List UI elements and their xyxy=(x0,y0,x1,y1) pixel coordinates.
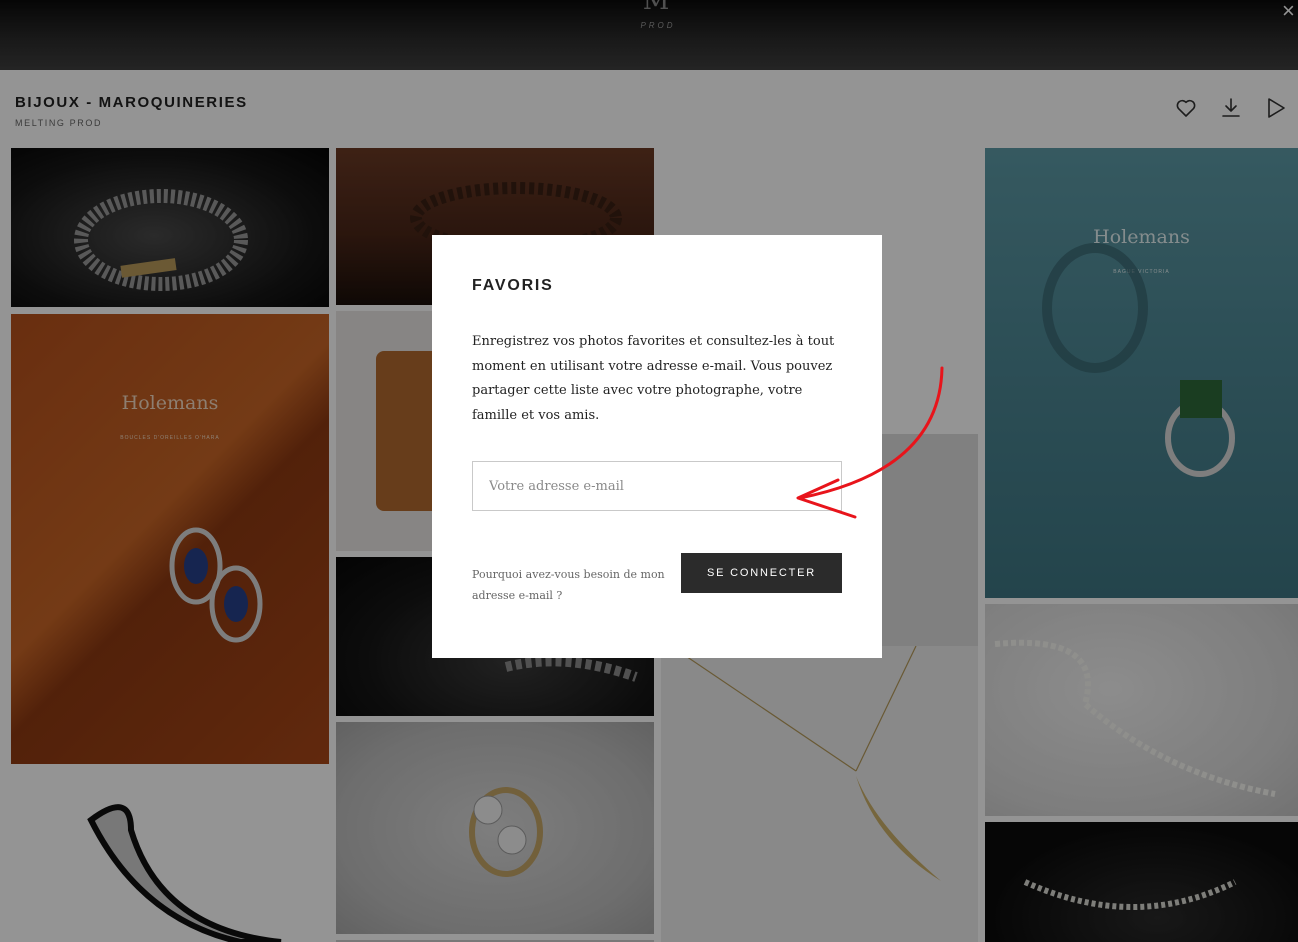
why-email-link[interactable]: Pourquoi avez-vous besoin de mon adresse… xyxy=(472,564,677,606)
modal-title: FAVORIS xyxy=(472,277,554,294)
connect-button[interactable]: SE CONNECTER xyxy=(681,553,842,593)
annotation-arrow-icon xyxy=(796,366,944,519)
